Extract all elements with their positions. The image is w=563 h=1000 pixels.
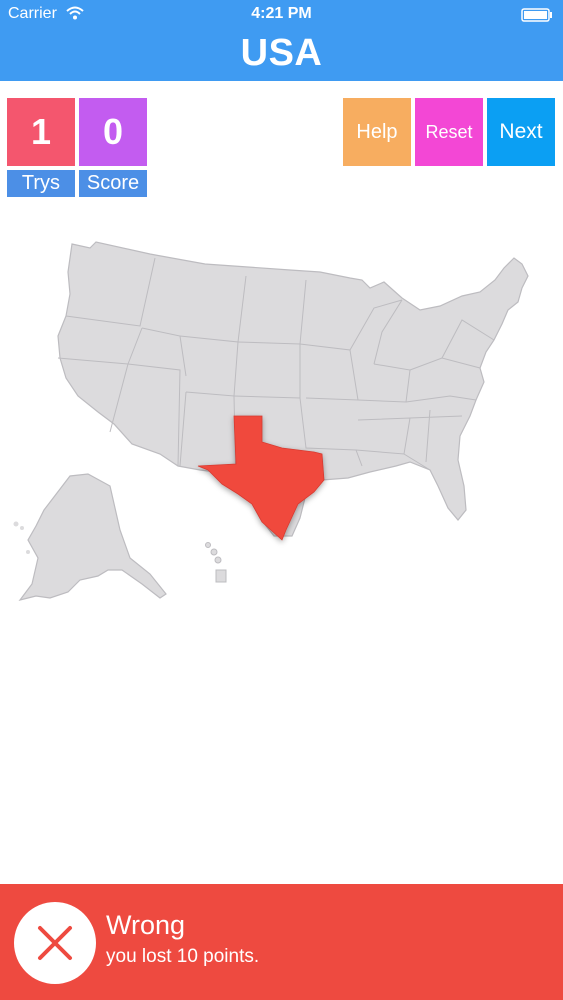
- feedback-title: Wrong: [106, 910, 186, 940]
- page-title: USA: [240, 32, 323, 74]
- score-value: 0: [79, 98, 147, 166]
- x-icon: [38, 926, 72, 960]
- status-bar: Carrier 4:21 PM: [0, 0, 563, 28]
- battery-icon: [521, 8, 552, 22]
- next-button[interactable]: Next: [487, 98, 555, 166]
- alaska-shape[interactable]: [18, 473, 167, 601]
- trys-counter: 1 Trys: [7, 98, 75, 197]
- trys-label: Trys: [7, 170, 75, 197]
- dismiss-button[interactable]: [14, 902, 96, 984]
- feedback-banner: Wrong you lost 10 points.: [0, 884, 563, 1000]
- aleutian-islands: [13, 521, 30, 554]
- app-header: Carrier 4:21 PM USA: [0, 0, 563, 81]
- reset-button[interactable]: Reset: [415, 98, 483, 166]
- score-counter: 0 Score: [79, 98, 147, 197]
- clock: 4:21 PM: [251, 5, 312, 22]
- trys-value: 1: [7, 98, 75, 166]
- usa-map[interactable]: [10, 240, 550, 620]
- score-label: Score: [79, 170, 147, 197]
- feedback-message: you lost 10 points.: [106, 946, 260, 967]
- hawaii-shape[interactable]: [205, 542, 227, 583]
- help-button[interactable]: Help: [343, 98, 411, 166]
